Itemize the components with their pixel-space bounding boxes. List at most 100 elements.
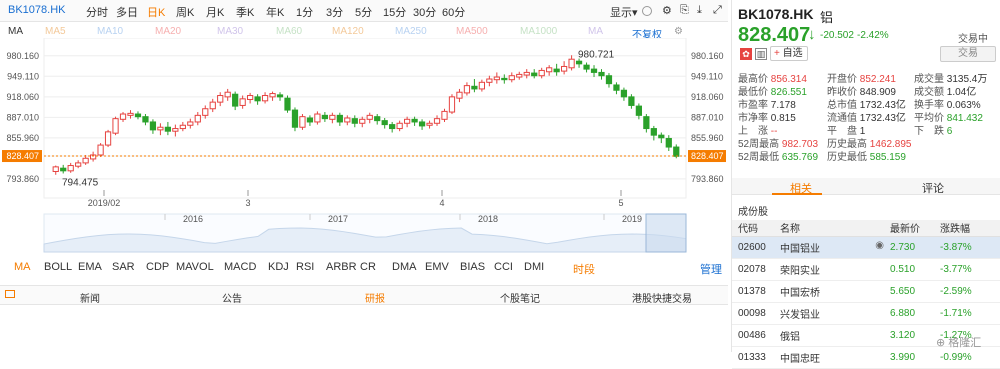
tab-notes[interactable]: 个股笔记: [500, 290, 540, 305]
candle-body: [643, 116, 650, 130]
cell-name: 俄铝: [780, 324, 890, 347]
stat-value: 1732.43亿: [859, 113, 906, 124]
y-tick-label-right: 855.960: [691, 133, 724, 143]
indicator-ma[interactable]: MA: [14, 261, 31, 273]
col-price[interactable]: 最新价: [890, 220, 940, 237]
cell-code: 00098: [732, 302, 780, 325]
candle-body: [321, 114, 328, 120]
hk-flag-icon: ✿: [740, 48, 752, 60]
info-icon[interactable]: [642, 6, 652, 16]
indicator-bias[interactable]: BIAS: [460, 261, 485, 273]
candle-body: [351, 118, 358, 124]
ma60-label[interactable]: MA60: [276, 26, 302, 37]
trade-button[interactable]: 交易: [940, 46, 996, 62]
quote-panel: BK1078.HK 铝 828.407 ↓ -20.502 -2.42% 交易中…: [731, 0, 1000, 369]
timeshare-button[interactable]: 时段: [573, 261, 595, 277]
candle-body: [119, 113, 127, 120]
ma5-label[interactable]: MA5: [45, 26, 66, 37]
indicator-dmi[interactable]: DMI: [524, 261, 544, 273]
manage-button[interactable]: 管理: [700, 261, 722, 277]
candle-body: [433, 118, 441, 124]
tab-day-k[interactable]: 日K: [147, 4, 165, 20]
tab-hk-trade[interactable]: 港股快捷交易: [632, 290, 692, 305]
candle-body: [471, 85, 478, 90]
tab-15min[interactable]: 15分: [383, 4, 406, 20]
indicator-rsi[interactable]: RSI: [296, 261, 314, 273]
settings-icon[interactable]: ⚙: [662, 4, 672, 17]
watchlist-label: 自选: [782, 48, 803, 59]
ma250-label[interactable]: MA250: [395, 26, 427, 37]
ma30-label[interactable]: MA30: [217, 26, 243, 37]
indicator-mavol[interactable]: MAVOL: [176, 261, 214, 273]
cell-change-text: -0.99%: [940, 351, 972, 363]
indicator-emv[interactable]: EMV: [425, 261, 449, 273]
col-change[interactable]: 涨跌幅: [940, 220, 1000, 237]
watchlist-button[interactable]: + 自选: [770, 46, 808, 61]
cell-name-text: 俄铝: [780, 331, 800, 343]
cell-code: 02600: [732, 236, 780, 259]
ma20-label[interactable]: MA20: [155, 26, 181, 37]
tab-30min[interactable]: 30分: [413, 4, 436, 20]
x-tick-label: 3: [245, 198, 250, 208]
indicator-sar[interactable]: SAR: [112, 261, 135, 273]
indicator-arbr[interactable]: ARBR: [326, 261, 357, 273]
candle-body: [404, 118, 411, 124]
ma10-label[interactable]: MA10: [97, 26, 123, 37]
indicator-kdj[interactable]: KDJ: [268, 261, 289, 273]
candle-body: [202, 108, 209, 116]
ma120-label[interactable]: MA120: [332, 26, 364, 37]
candle-body: [635, 105, 642, 116]
tab-60min[interactable]: 60分: [442, 4, 465, 20]
cell-change: -2.59%: [940, 280, 1000, 303]
tab-news[interactable]: 新闻: [80, 290, 100, 305]
indicator-cdp[interactable]: CDP: [146, 261, 169, 273]
eye-icon[interactable]: ◉: [875, 240, 884, 251]
col-code[interactable]: 代码: [732, 220, 780, 237]
candlestick-chart[interactable]: 980.160 980.160 949.110 949.110 918.060 918.0…: [0, 38, 728, 258]
table-row[interactable]: 02078 荣阳实业 0.510 -3.77%: [732, 258, 1000, 281]
download-icon[interactable]: ⤓: [697, 4, 702, 17]
indicator-list: MA BOLL EMA SAR CDP MAVOL MACD KDJ RSI ARBR CR DMA E…: [0, 259, 560, 275]
navigator-window: [645, 213, 687, 253]
candle-body: [538, 69, 545, 77]
tab-year-k[interactable]: 年K: [266, 4, 284, 20]
fullscreen-icon[interactable]: ⤢: [713, 4, 722, 17]
indicator-boll[interactable]: BOLL: [44, 261, 72, 273]
table-row[interactable]: 02600 中国铝业 ◉ 2.730 -3.87%: [732, 236, 1000, 259]
tab-timeshare[interactable]: 分时: [86, 4, 108, 20]
ma500-label[interactable]: MA500: [456, 26, 488, 37]
table-row[interactable]: 01378 中国宏桥 5.650 -2.59%: [732, 280, 1000, 303]
tab-quarter-k[interactable]: 季K: [236, 4, 254, 20]
tab-announcements[interactable]: 公告: [222, 290, 242, 305]
candle-body: [426, 122, 433, 126]
cell-code-text: 02078: [738, 263, 766, 275]
indicator-dma[interactable]: DMA: [392, 261, 416, 273]
tab-research[interactable]: 研报: [365, 290, 385, 305]
chevron-down-icon: ▾: [632, 7, 638, 19]
tab-5min[interactable]: 5分: [355, 4, 372, 20]
table-row[interactable]: 00098 兴发铝业 6.880 -1.71%: [732, 302, 1000, 325]
tab-comments[interactable]: 评论: [922, 180, 944, 196]
stat-item: 历史最低 585.159: [827, 148, 906, 163]
ma-custom-label[interactable]: MA: [588, 26, 603, 37]
collapse-icon[interactable]: [5, 290, 15, 298]
tab-month-k[interactable]: 月K: [206, 4, 224, 20]
indicator-cci[interactable]: CCI: [494, 261, 513, 273]
indicator-macd[interactable]: MACD: [224, 261, 256, 273]
stock-code-tab[interactable]: BK1078.HK: [8, 4, 65, 16]
indicator-cr[interactable]: CR: [360, 261, 376, 273]
tab-1min[interactable]: 1分: [296, 4, 313, 20]
display-menu-label: 显示: [610, 7, 632, 19]
tab-week-k[interactable]: 周K: [176, 4, 194, 20]
ma-settings-icon[interactable]: ⚙: [674, 26, 683, 37]
chart-type-icon[interactable]: ▥: [755, 48, 767, 60]
tab-3min[interactable]: 3分: [326, 4, 343, 20]
candle-body: [142, 116, 149, 123]
indicator-ema[interactable]: EMA: [78, 261, 102, 273]
copy-icon[interactable]: ⎘: [680, 4, 689, 17]
col-name[interactable]: 名称: [780, 220, 890, 237]
display-menu[interactable]: 显示▾: [610, 4, 638, 20]
tab-multiday[interactable]: 多日: [116, 4, 138, 20]
ma1000-label[interactable]: MA1000: [520, 26, 557, 37]
candle-body: [299, 116, 306, 128]
